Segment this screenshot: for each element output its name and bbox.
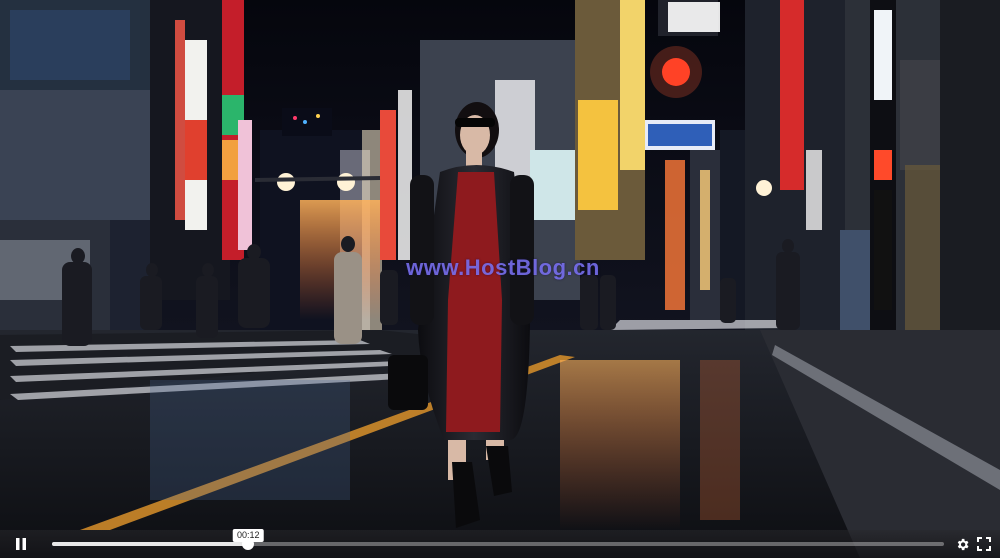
time-tooltip: 00:12 — [232, 529, 264, 545]
gear-icon — [957, 538, 968, 550]
fullscreen-icon — [977, 537, 991, 551]
video-player[interactable]: www.HostBlog.cn 00:12 — [0, 0, 1000, 558]
progress-bar[interactable]: 00:12 — [52, 529, 944, 550]
watermark: www.HostBlog.cn — [406, 255, 600, 280]
video-controls: 00:12 — [0, 529, 1000, 558]
fullscreen-button[interactable] — [973, 534, 995, 554]
pause-button[interactable] — [10, 534, 32, 554]
settings-button[interactable] — [951, 534, 973, 554]
pause-icon — [16, 538, 26, 550]
progress-played — [52, 542, 249, 546]
